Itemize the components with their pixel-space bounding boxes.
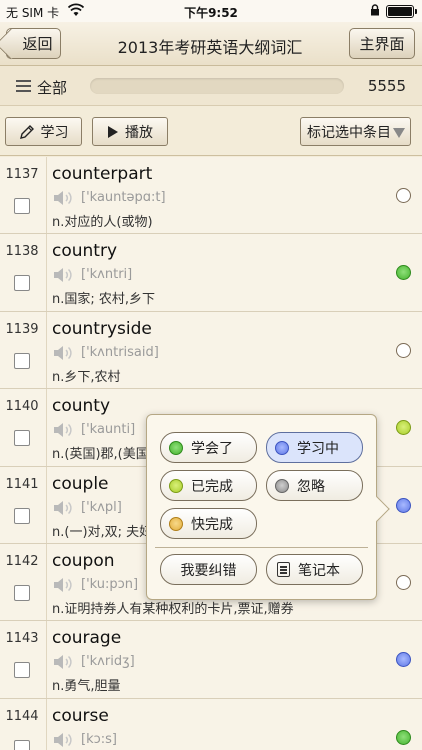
mark-selected-dropdown[interactable]: 标记选中条目 <box>300 117 411 146</box>
home-button[interactable]: 主界面 <box>349 28 415 59</box>
status-bar: 无 SIM 卡 下午9:52 <box>0 0 422 22</box>
play-icon <box>108 125 118 138</box>
ignore-button[interactable]: 忽略 <box>266 470 363 501</box>
speaker-icon[interactable] <box>53 190 73 206</box>
study-button[interactable]: 学习 <box>5 117 82 146</box>
phonetic: ['kauntəpɑ:t] <box>81 190 166 205</box>
word-text: coupon <box>52 550 115 571</box>
row-checkbox[interactable] <box>14 739 30 750</box>
definition: n.国家; 农村,乡下 <box>52 292 156 308</box>
word-text: course <box>52 705 109 726</box>
back-button[interactable]: 返回 <box>6 28 61 59</box>
phonetic: [kɔ:s] <box>81 731 117 747</box>
progress-bar <box>90 78 344 94</box>
row-checkbox[interactable] <box>14 275 30 292</box>
speaker-icon[interactable] <box>53 732 73 748</box>
row-checkbox[interactable] <box>14 584 30 601</box>
learned-button[interactable]: 学会了 <box>160 432 257 463</box>
word-number: 1139 <box>5 321 39 337</box>
phonetic: ['kʌntri] <box>81 267 133 283</box>
green-dot-icon <box>169 440 183 455</box>
definition: n.(一)对,双; 夫妇 <box>52 524 153 540</box>
status-popup: 学会了 学习中 已完成 忽略 快完成 我要纠错 笔记本 <box>146 414 390 600</box>
report-error-button[interactable]: 我要纠错 <box>160 554 257 585</box>
navigation-bar: 返回 2013年考研英语大纲词汇 主界面 <box>0 22 422 66</box>
speaker-icon[interactable] <box>53 577 73 593</box>
lime-dot-icon <box>169 478 183 493</box>
list-item[interactable]: 1139 countryside ['kʌntrisaid] n.乡下,农村 <box>0 311 422 390</box>
definition: n.勇气,胆量 <box>52 679 121 695</box>
list-item[interactable]: 1137 counterpart ['kauntəpɑ:t] n.对应的人(或物… <box>0 157 422 235</box>
word-text: couple <box>52 473 109 494</box>
phonetic: ['kaunti] <box>81 422 136 438</box>
word-text: counterpart <box>52 164 153 184</box>
done-button[interactable]: 已完成 <box>160 470 257 501</box>
status-indicator[interactable] <box>396 188 411 203</box>
clock: 下午9:52 <box>184 6 238 20</box>
word-text: courage <box>52 628 122 649</box>
notebook-button[interactable]: 笔记本 <box>266 554 363 585</box>
phonetic: ['kʌntrisaid] <box>81 344 159 360</box>
word-number: 1143 <box>5 631 39 647</box>
battery-icon <box>386 5 417 18</box>
row-checkbox[interactable] <box>14 662 30 679</box>
word-number: 1140 <box>5 399 39 415</box>
status-indicator[interactable] <box>396 342 411 358</box>
speaker-icon[interactable] <box>53 654 73 670</box>
word-number: 1138 <box>5 244 39 260</box>
status-indicator[interactable] <box>396 652 411 668</box>
play-button[interactable]: 播放 <box>92 117 168 146</box>
notebook-icon <box>277 562 290 577</box>
phonetic: ['kʌpl] <box>81 499 122 515</box>
toolbar: 学习 播放 标记选中条目 <box>0 106 422 156</box>
orange-dot-icon <box>169 516 183 531</box>
definition: n.证明持券人有某种权利的卡片,票证,赠券 <box>52 601 294 617</box>
word-count: 5555 <box>367 77 406 95</box>
list-item[interactable]: 1138 country ['kʌntri] n.国家; 农村,乡下 <box>0 234 422 312</box>
status-indicator[interactable] <box>396 729 411 745</box>
word-number: 1141 <box>5 476 39 492</box>
word-number: 1142 <box>5 553 39 569</box>
almost-done-button[interactable]: 快完成 <box>160 508 257 539</box>
pencil-icon <box>19 124 34 139</box>
category-progress-row: 全部 5555 <box>0 66 422 106</box>
gray-dot-icon <box>275 478 289 493</box>
speaker-icon[interactable] <box>53 500 73 516</box>
page-title: 2013年考研英语大纲词汇 <box>117 38 303 57</box>
speaker-icon[interactable] <box>53 422 73 438</box>
list-item[interactable]: 1144 course [kɔ:s] <box>0 698 422 750</box>
definition: n.乡下,农村 <box>52 369 121 385</box>
definition: n.对应的人(或物) <box>52 215 153 230</box>
row-checkbox[interactable] <box>14 198 30 214</box>
word-text: countryside <box>52 318 152 339</box>
status-indicator[interactable] <box>396 497 411 513</box>
blue-dot-icon <box>275 440 289 455</box>
learning-button[interactable]: 学习中 <box>266 432 363 463</box>
list-item[interactable]: 1143 courage ['kʌridʒ] n.勇气,胆量 <box>0 621 422 699</box>
word-text: county <box>52 396 111 417</box>
word-number: 1144 <box>5 708 39 724</box>
rotation-lock-icon <box>371 4 379 16</box>
word-text: country <box>52 241 118 262</box>
row-checkbox[interactable] <box>14 352 30 369</box>
word-number: 1137 <box>5 167 39 182</box>
category-label[interactable]: 全部 <box>37 77 67 98</box>
dropdown-arrow-icon <box>393 128 405 138</box>
phonetic: ['ku:pɔn] <box>81 576 139 592</box>
menu-icon[interactable] <box>16 80 31 92</box>
status-indicator[interactable] <box>396 420 411 436</box>
phonetic: ['kʌridʒ] <box>81 654 135 670</box>
row-checkbox[interactable] <box>14 507 30 524</box>
speaker-icon[interactable] <box>53 267 73 283</box>
speaker-icon[interactable] <box>53 345 73 361</box>
status-indicator[interactable] <box>396 265 411 281</box>
status-indicator[interactable] <box>396 574 411 590</box>
row-checkbox[interactable] <box>14 430 30 447</box>
